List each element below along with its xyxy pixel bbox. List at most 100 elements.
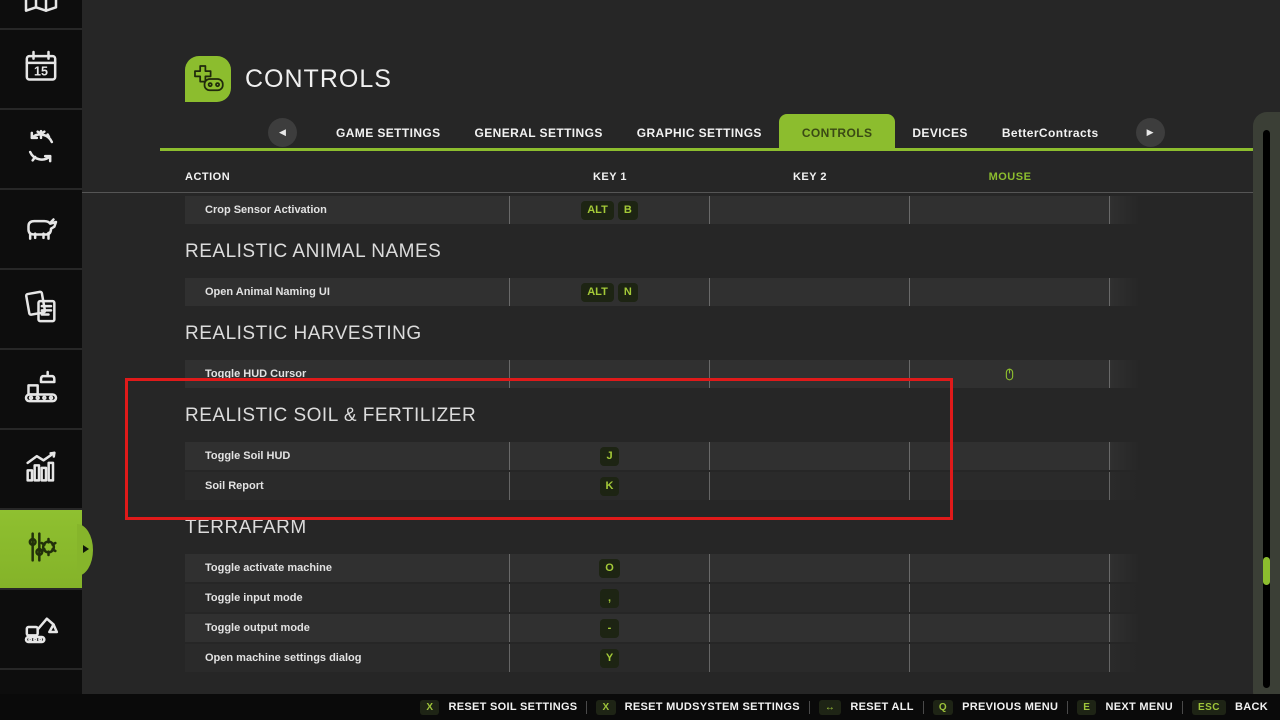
sidebar-item-statistics[interactable] xyxy=(0,430,82,510)
key2-cell[interactable] xyxy=(710,584,910,612)
key2-cell[interactable] xyxy=(710,278,910,306)
footer-action-reset-soil-settings[interactable]: XRESET SOIL SETTINGS xyxy=(420,700,577,715)
keybind-row[interactable]: Toggle Soil HUD J xyxy=(185,442,1280,470)
scrollbar xyxy=(1253,112,1280,706)
tab-graphic-settings[interactable]: GRAPHIC SETTINGS xyxy=(620,114,779,151)
column-header-action: ACTION xyxy=(185,171,510,183)
key-badge: , xyxy=(600,589,619,608)
keybind-row[interactable]: Open Animal Naming UIALTN xyxy=(185,278,1280,306)
map-icon xyxy=(21,5,61,24)
action-label: Toggle Soil HUD xyxy=(185,442,510,470)
section-title: REALISTIC SOIL & FERTILIZER xyxy=(185,405,1280,427)
mouse-cell[interactable] xyxy=(910,584,1110,612)
statistics-icon xyxy=(21,447,61,492)
mouse-cell[interactable] xyxy=(910,442,1110,470)
controls-settings-screen: 15 CONTROLS ◀ GAME SETTINGSGENERAL SETTI… xyxy=(0,0,1280,720)
action-label: Soil Report xyxy=(185,472,510,500)
column-header-key1: KEY 1 xyxy=(510,171,710,183)
key-badge: - xyxy=(600,619,619,638)
key1-cell[interactable]: J xyxy=(510,442,710,470)
sidebar-item-contracts[interactable] xyxy=(0,270,82,350)
sidebar: 15 xyxy=(0,0,82,694)
keybind-row[interactable]: Open machine settings dialogY xyxy=(185,644,1280,672)
footer-action-label: PREVIOUS MENU xyxy=(962,701,1058,713)
footer-action-reset-mudsystem-settings[interactable]: XRESET MUDSYSTEM SETTINGS xyxy=(596,700,799,715)
keybind-row[interactable]: Toggle output mode- xyxy=(185,614,1280,642)
tab-general-settings[interactable]: GENERAL SETTINGS xyxy=(458,114,620,151)
key-badge: K xyxy=(600,477,620,496)
key-badge: ALT xyxy=(581,201,614,220)
mouse-cell[interactable] xyxy=(910,196,1110,224)
tab-devices[interactable]: DEVICES xyxy=(895,114,984,151)
animals-icon xyxy=(21,207,61,252)
tabs-next-button[interactable]: ▶ xyxy=(1136,118,1165,147)
key-badge: N xyxy=(618,283,638,302)
key2-cell[interactable] xyxy=(710,554,910,582)
key1-cell[interactable]: - xyxy=(510,614,710,642)
mouse-cell[interactable] xyxy=(910,472,1110,500)
row-end-spacer xyxy=(1110,554,1140,582)
mouse-cell[interactable] xyxy=(910,360,1110,388)
key1-cell[interactable]: ALTB xyxy=(510,196,710,224)
key2-cell[interactable] xyxy=(710,442,910,470)
table-header-row: ACTION KEY 1 KEY 2 MOUSE xyxy=(185,151,1280,192)
key2-cell[interactable] xyxy=(710,614,910,642)
footer-action-next-menu[interactable]: ENEXT MENU xyxy=(1077,700,1173,715)
key2-cell[interactable] xyxy=(710,644,910,672)
key2-cell[interactable] xyxy=(710,472,910,500)
footer-action-label: RESET SOIL SETTINGS xyxy=(448,701,577,713)
footer-action-reset-all[interactable]: ↔RESET ALL xyxy=(819,700,914,715)
action-label: Open Animal Naming UI xyxy=(185,278,510,306)
key2-cell[interactable] xyxy=(710,360,910,388)
page-header: CONTROLS xyxy=(185,56,392,102)
tab-bar: ◀ GAME SETTINGSGENERAL SETTINGSGRAPHIC S… xyxy=(82,114,1280,151)
footer-key-badge: ESC xyxy=(1192,700,1226,715)
keybind-row[interactable]: Toggle input mode, xyxy=(185,584,1280,612)
footer-action-label: RESET ALL xyxy=(850,701,913,713)
sidebar-item-crop-rotation[interactable] xyxy=(0,110,82,190)
key1-cell[interactable] xyxy=(510,360,710,388)
row-end-spacer xyxy=(1110,584,1140,612)
row-end-spacer xyxy=(1110,360,1140,388)
calendar-icon: 15 xyxy=(21,47,61,92)
key2-cell[interactable] xyxy=(710,196,910,224)
sidebar-item-map[interactable] xyxy=(0,0,82,30)
tabs-prev-button[interactable]: ◀ xyxy=(268,118,297,147)
scrollbar-thumb[interactable] xyxy=(1263,557,1270,585)
row-end-spacer xyxy=(1110,644,1140,672)
keybind-row[interactable]: Crop Sensor ActivationALTB xyxy=(185,196,1280,224)
sidebar-item-production[interactable] xyxy=(0,350,82,430)
mouse-cell[interactable] xyxy=(910,554,1110,582)
tab-controls[interactable]: CONTROLS xyxy=(779,114,896,151)
keybind-row[interactable]: Toggle activate machineO xyxy=(185,554,1280,582)
page-title: CONTROLS xyxy=(245,65,392,94)
key1-cell[interactable]: , xyxy=(510,584,710,612)
mouse-cell[interactable] xyxy=(910,614,1110,642)
action-label: Toggle HUD Cursor xyxy=(185,360,510,388)
key1-cell[interactable]: K xyxy=(510,472,710,500)
sidebar-item-animals[interactable] xyxy=(0,190,82,270)
sidebar-item-construction[interactable] xyxy=(0,590,82,670)
footer-action-back[interactable]: ESCBACK xyxy=(1192,700,1268,715)
key1-cell[interactable]: ALTN xyxy=(510,278,710,306)
footer-action-label: NEXT MENU xyxy=(1105,701,1172,713)
sidebar-item-settings[interactable] xyxy=(0,510,82,590)
tab-bettercontracts[interactable]: BetterContracts xyxy=(985,114,1116,151)
key-badge: ALT xyxy=(581,283,614,302)
sidebar-item-calendar[interactable]: 15 xyxy=(0,30,82,110)
scrollbar-track[interactable] xyxy=(1263,130,1270,688)
key-badge: J xyxy=(600,447,619,466)
action-label: Crop Sensor Activation xyxy=(185,196,510,224)
keybind-row[interactable]: Soil Report K xyxy=(185,472,1280,500)
footer-separator xyxy=(923,701,924,714)
key1-cell[interactable]: O xyxy=(510,554,710,582)
svg-text:15: 15 xyxy=(34,64,48,78)
footer-action-label: RESET MUDSYSTEM SETTINGS xyxy=(625,701,800,713)
key1-cell[interactable]: Y xyxy=(510,644,710,672)
tab-game-settings[interactable]: GAME SETTINGS xyxy=(319,114,458,151)
footer-action-previous-menu[interactable]: QPREVIOUS MENU xyxy=(933,700,1058,715)
mouse-cell[interactable] xyxy=(910,278,1110,306)
mouse-cell[interactable] xyxy=(910,644,1110,672)
keybind-row[interactable]: Toggle HUD Cursor xyxy=(185,360,1280,388)
row-end-spacer xyxy=(1110,196,1140,224)
